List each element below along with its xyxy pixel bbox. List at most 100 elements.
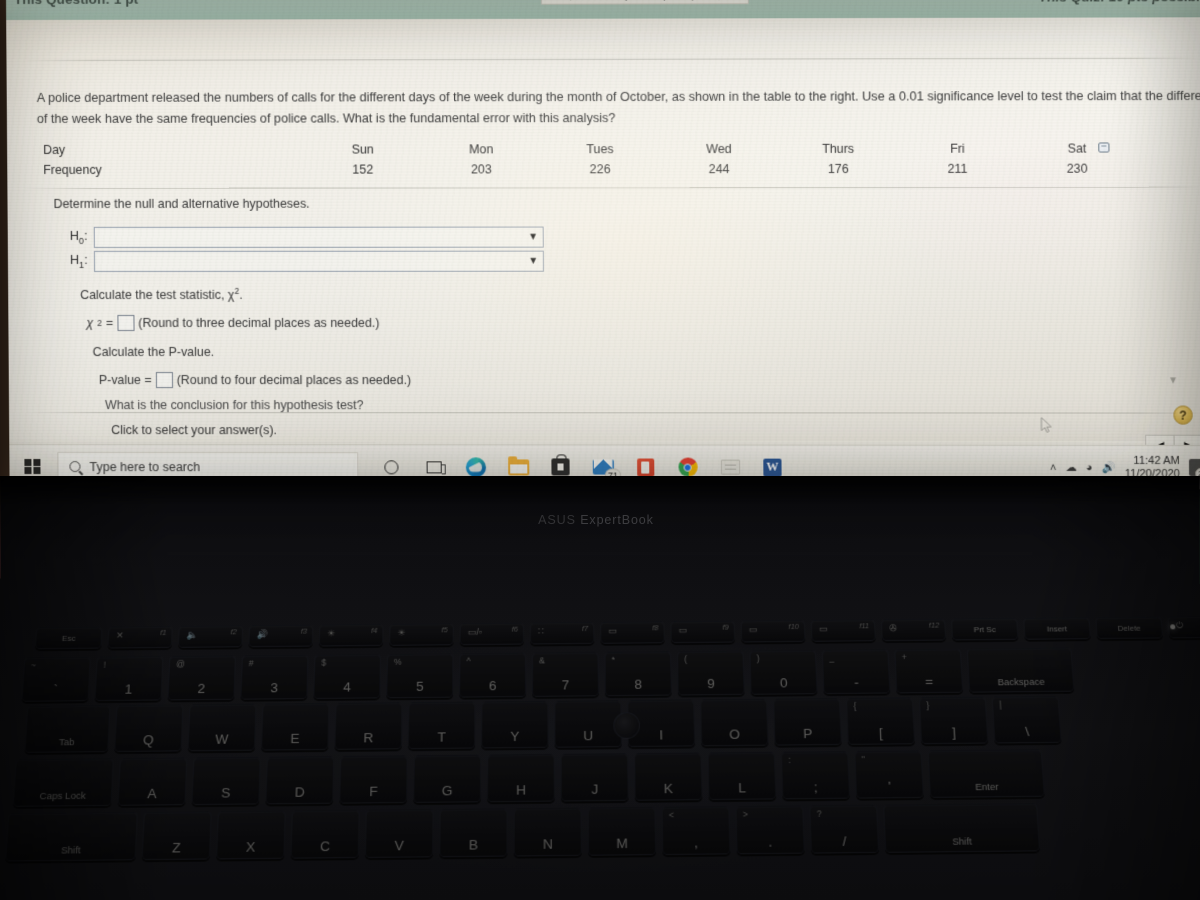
key-letter-J[interactable]: J [560,753,629,802]
key-letter-B[interactable]: B [439,808,508,858]
key-letter-L[interactable]: L [707,751,777,801]
key-letter-}[interactable]: }] [918,696,989,745]
h1-dropdown[interactable]: ▼ [93,250,544,272]
key-f10[interactable]: f10 ▭ [740,619,806,643]
day-thurs: Thurs [821,141,855,156]
key-letter-N[interactable]: N [513,807,582,857]
key-letter-{[interactable]: {[ [845,697,916,745]
key-num-2[interactable]: @2 [167,655,236,701]
key-letter-X[interactable]: X [216,810,286,860]
key-label: G [441,782,453,799]
key-label: V [394,837,404,854]
chevron-down-icon[interactable]: ▼ [526,230,541,245]
key-f3[interactable]: f3 🔊 [248,624,314,648]
key-num-5[interactable]: % 5 [386,653,454,699]
h0-dropdown[interactable]: ▼ [93,226,544,248]
chi-square-input[interactable] [117,314,135,331]
key-letter-R[interactable]: R [334,702,403,750]
speaker-icon[interactable]: 🔊 [1102,461,1116,474]
wifi-icon[interactable]: ◕ [1086,461,1093,473]
key-letter-A[interactable]: A [117,757,188,806]
key-num-1[interactable]: ! 1 [94,656,164,702]
key-num-9[interactable]: (9 [676,650,745,696]
key-letter-Z[interactable]: Z [141,811,212,861]
key-f6[interactable]: f6 ▭/▫ [459,622,524,646]
p-value-input[interactable] [155,372,173,389]
key-f5[interactable]: f5 ☀ [389,623,454,646]
key-letter-H[interactable]: H [487,753,555,803]
key-letter-C[interactable]: C [290,809,360,859]
key-letter-Y[interactable]: Y [481,700,549,749]
freq-thurs: 176 [827,161,849,177]
key-letter-K[interactable]: K [634,752,703,801]
key-letter->[interactable]: >. [735,805,805,855]
key-letter-Q[interactable]: Q [114,704,184,753]
notification-center-icon[interactable]: 24 [1188,458,1200,480]
question-pager[interactable]: ◀ 7 of 10 (0 complete) ▼ ▶ [540,0,749,5]
key-insert[interactable]: Insert [1023,617,1091,640]
key-letter-S[interactable]: S [191,756,261,806]
key-letter-"[interactable]: " ' [854,750,924,799]
scroll-down-caret-icon[interactable]: ▼ [1168,375,1178,386]
chevron-up-icon[interactable]: ˄ [1050,461,1057,473]
key-shift-left[interactable]: Shift [5,811,138,862]
help-button[interactable]: ? [1173,405,1193,425]
key-letter-?[interactable]: ? / [809,804,880,854]
key-num-=[interactable]: + = [894,648,964,694]
key-letter-V[interactable]: V [364,809,434,858]
key-letter-|[interactable]: | \ [991,695,1062,744]
key-letter-W[interactable]: W [187,703,257,752]
key-caps-lock[interactable]: Caps Lock [12,758,114,807]
key-label: E [290,730,300,747]
key-f11[interactable]: f11 ▭ [810,619,876,642]
key-prt-sc[interactable]: Prt Sc [951,617,1019,641]
key-tab[interactable]: Tab [24,705,111,753]
key-backspace[interactable]: Backspace [966,647,1075,693]
key-fn-label: f7 [581,623,589,633]
key-enter[interactable]: Enter [927,749,1045,798]
key-num-4[interactable]: $4 [313,653,382,699]
key-letter-O[interactable]: O [700,698,769,747]
key-letter-D[interactable]: D [265,756,335,805]
copy-to-clipboard-icon[interactable] [1098,142,1110,153]
key-f8[interactable]: f8 ▭ [600,621,665,644]
key-glyph-icon: ✇ [889,623,898,634]
key-shift-right[interactable]: Shift [883,803,1041,853]
key-shift-symbol: % [393,656,402,667]
chevron-down-icon[interactable]: ▼ [526,254,541,269]
p-value-answer-line: P-value = (Round to four decimal places … [99,372,411,389]
key-letter-T[interactable]: T [407,701,476,750]
laptop-screen-area: This Question: 1 pt ◀ 7 of 10 (0 complet… [0,0,1200,496]
key-num-3[interactable]: #3 [240,654,309,700]
key-num-8[interactable]: * 8 [604,651,672,697]
key-letter-:[interactable]: :; [780,751,851,800]
key-f2[interactable]: f2 🔈 [177,625,244,648]
key-num-7[interactable]: & 7 [532,651,599,697]
previous-question-button[interactable]: ◀ [542,0,570,5]
key-esc[interactable]: Esc [34,626,103,650]
key-glyph-icon: ▭ [678,625,688,636]
key-glyph-icon: ✕ [115,630,124,641]
key-f12[interactable]: f12 ✇ [880,618,947,642]
key-f4[interactable]: f4 ☀ [318,623,384,647]
key-letter-<[interactable]: <, [661,806,731,856]
key-num-6[interactable]: ^ 6 [459,652,527,698]
key-letter-M[interactable]: M [587,806,657,856]
key-num--[interactable]: _ - [821,649,891,695]
key-label: Insert [1046,623,1068,634]
key-f1[interactable]: f1 ✕ [107,625,173,649]
key-num-0[interactable]: ) 0 [749,649,818,695]
calc-chi-text: Calculate the test statistic, χ [80,288,235,303]
key-letter-F[interactable]: F [339,755,408,804]
key-letter-P[interactable]: P [773,697,842,746]
key-letter-U[interactable]: U [554,700,622,748]
key-delete[interactable]: Delete [1095,616,1164,640]
key-f9[interactable]: f9 ▭ [670,620,736,644]
next-question-button[interactable]: ▶ [719,0,747,4]
key-num-`[interactable]: ~ ` [21,656,91,702]
key-letter-E[interactable]: E [261,702,330,751]
h0-letter: H [69,229,79,244]
cloud-icon[interactable]: ☁ [1065,461,1076,474]
key-f7[interactable]: f7 ∷ [530,621,595,645]
key-letter-G[interactable]: G [413,754,482,803]
